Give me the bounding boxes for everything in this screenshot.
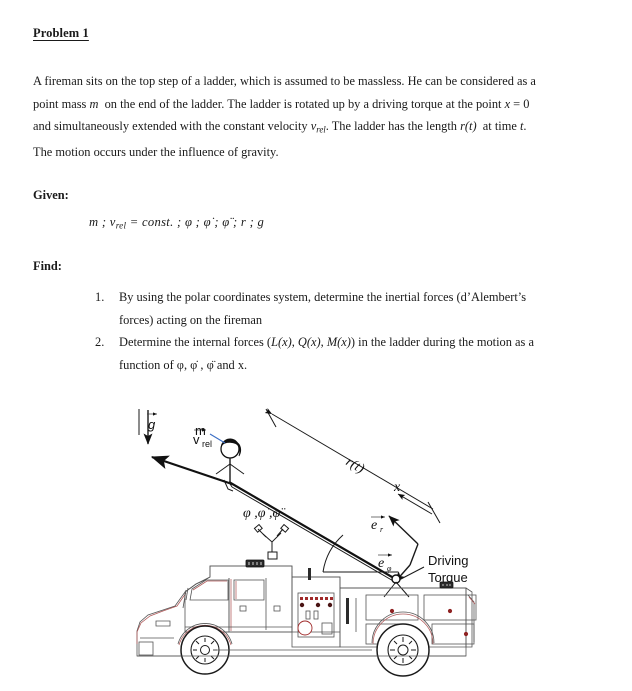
compartment-latch-1 [389, 608, 395, 614]
x-coordinate-label: x [393, 480, 401, 495]
list-item-line: Determine the internal forces (L(x), Q(x… [119, 335, 534, 349]
unit-vector-r-label: e [371, 518, 377, 533]
list-item: 2. Determine the internal forces (L(x), … [95, 331, 595, 376]
list-item-number: 2. [95, 335, 105, 349]
rear-body-vent [346, 598, 349, 624]
truck-door-handle-rear [273, 605, 281, 612]
truck-cab-outline [184, 565, 293, 633]
angle-arc [322, 534, 344, 573]
statement-line-3: and simultaneously extended with the con… [33, 119, 527, 135]
gravity-label: g [148, 417, 156, 432]
given-label: Given: [33, 188, 69, 202]
ladder-length-dimension: r(t) [264, 408, 434, 510]
pump-knob-right [327, 602, 333, 608]
truck-hood-vent [155, 620, 171, 627]
x-dimension-arrow [397, 493, 433, 515]
driving-torque-group: Driving Torque [398, 553, 468, 585]
problem-page: Problem 1 A fireman sits on the top step… [0, 0, 632, 691]
gravity-vector-group: g [138, 409, 157, 445]
rear-wheel [376, 623, 430, 677]
pump-knob-mid [315, 602, 321, 608]
ladder-rail-lower [231, 486, 396, 583]
dimension-tick-top [265, 408, 277, 428]
compartment-latch-4 [463, 631, 469, 637]
unit-vector-r-arrow [388, 515, 419, 545]
find-list: 1. By using the polar coordinates system… [95, 286, 595, 376]
truck-door-seams [228, 572, 293, 630]
list-item-line: forces) acting on the fireman [119, 312, 263, 327]
page-title: Problem 1 [33, 26, 89, 40]
mass-label: m [195, 423, 206, 438]
pump-knob-left [299, 602, 305, 608]
list-item-number: 1. [95, 290, 105, 304]
compartment-latch-2 [447, 608, 453, 614]
angle-label: φ ,φ̇ ,φ̈ [243, 506, 286, 521]
unit-vector-r-label-group: e r [371, 515, 385, 534]
pump-lever-2 [313, 610, 319, 620]
x-coordinate-dimension: x [393, 480, 441, 524]
pump-main-gauge [297, 620, 313, 636]
v-rel-arrow [150, 455, 233, 486]
fireman-arm-right [229, 463, 245, 475]
fire-truck [136, 559, 477, 677]
unit-vector-corner [409, 543, 419, 566]
fireman-arm-left [215, 463, 231, 475]
rear-marker-light [439, 581, 454, 589]
list-item: 1. By using the polar coordinates system… [95, 286, 595, 331]
truck-windshield [189, 579, 229, 601]
v-rel-subscript: rel [202, 439, 212, 449]
truck-door-handle-front [239, 605, 247, 612]
list-item-line: By using the polar coordinates system, d… [119, 290, 527, 304]
rear-corner [465, 587, 473, 648]
pump-lever-1 [305, 610, 311, 620]
problem-statement: A fireman sits on the top step of a ladd… [33, 70, 603, 163]
pump-panel-housing [291, 576, 341, 648]
find-label: Find: [33, 259, 62, 273]
deck-monitor-icon [253, 523, 290, 560]
mechanics-diagram: .ln-th { stroke:#1a1a1a; stroke-width:1;… [0, 392, 632, 691]
statement-line-1: A fireman sits on the top step of a ladd… [33, 74, 536, 88]
truck-rear-window [233, 579, 265, 601]
compartment-door-upper-right [423, 594, 477, 621]
statement-line-2: point mass m on the end of the ladder. T… [33, 96, 530, 111]
statement-line-4: The motion occurs under the influence of… [33, 144, 279, 159]
unit-vector-r-subscript: r [380, 525, 384, 534]
pump-standpipe [308, 568, 311, 580]
truck-front-bumper [138, 641, 154, 656]
list-item-line: function of φ, φ̇ , φ̈ and x. [119, 357, 248, 372]
driving-torque-label-line1: Driving [428, 553, 468, 568]
v-rel-vector-group: v rel [150, 428, 233, 486]
pump-gauge-row [300, 597, 333, 600]
given-formula: m ; vrel = const. ; φ ; φ̇ ; φ̈ ; r ; g [89, 215, 265, 231]
mass-pointer-line [209, 433, 226, 444]
truck-mirror [182, 587, 189, 609]
pivot-joint [391, 574, 401, 584]
